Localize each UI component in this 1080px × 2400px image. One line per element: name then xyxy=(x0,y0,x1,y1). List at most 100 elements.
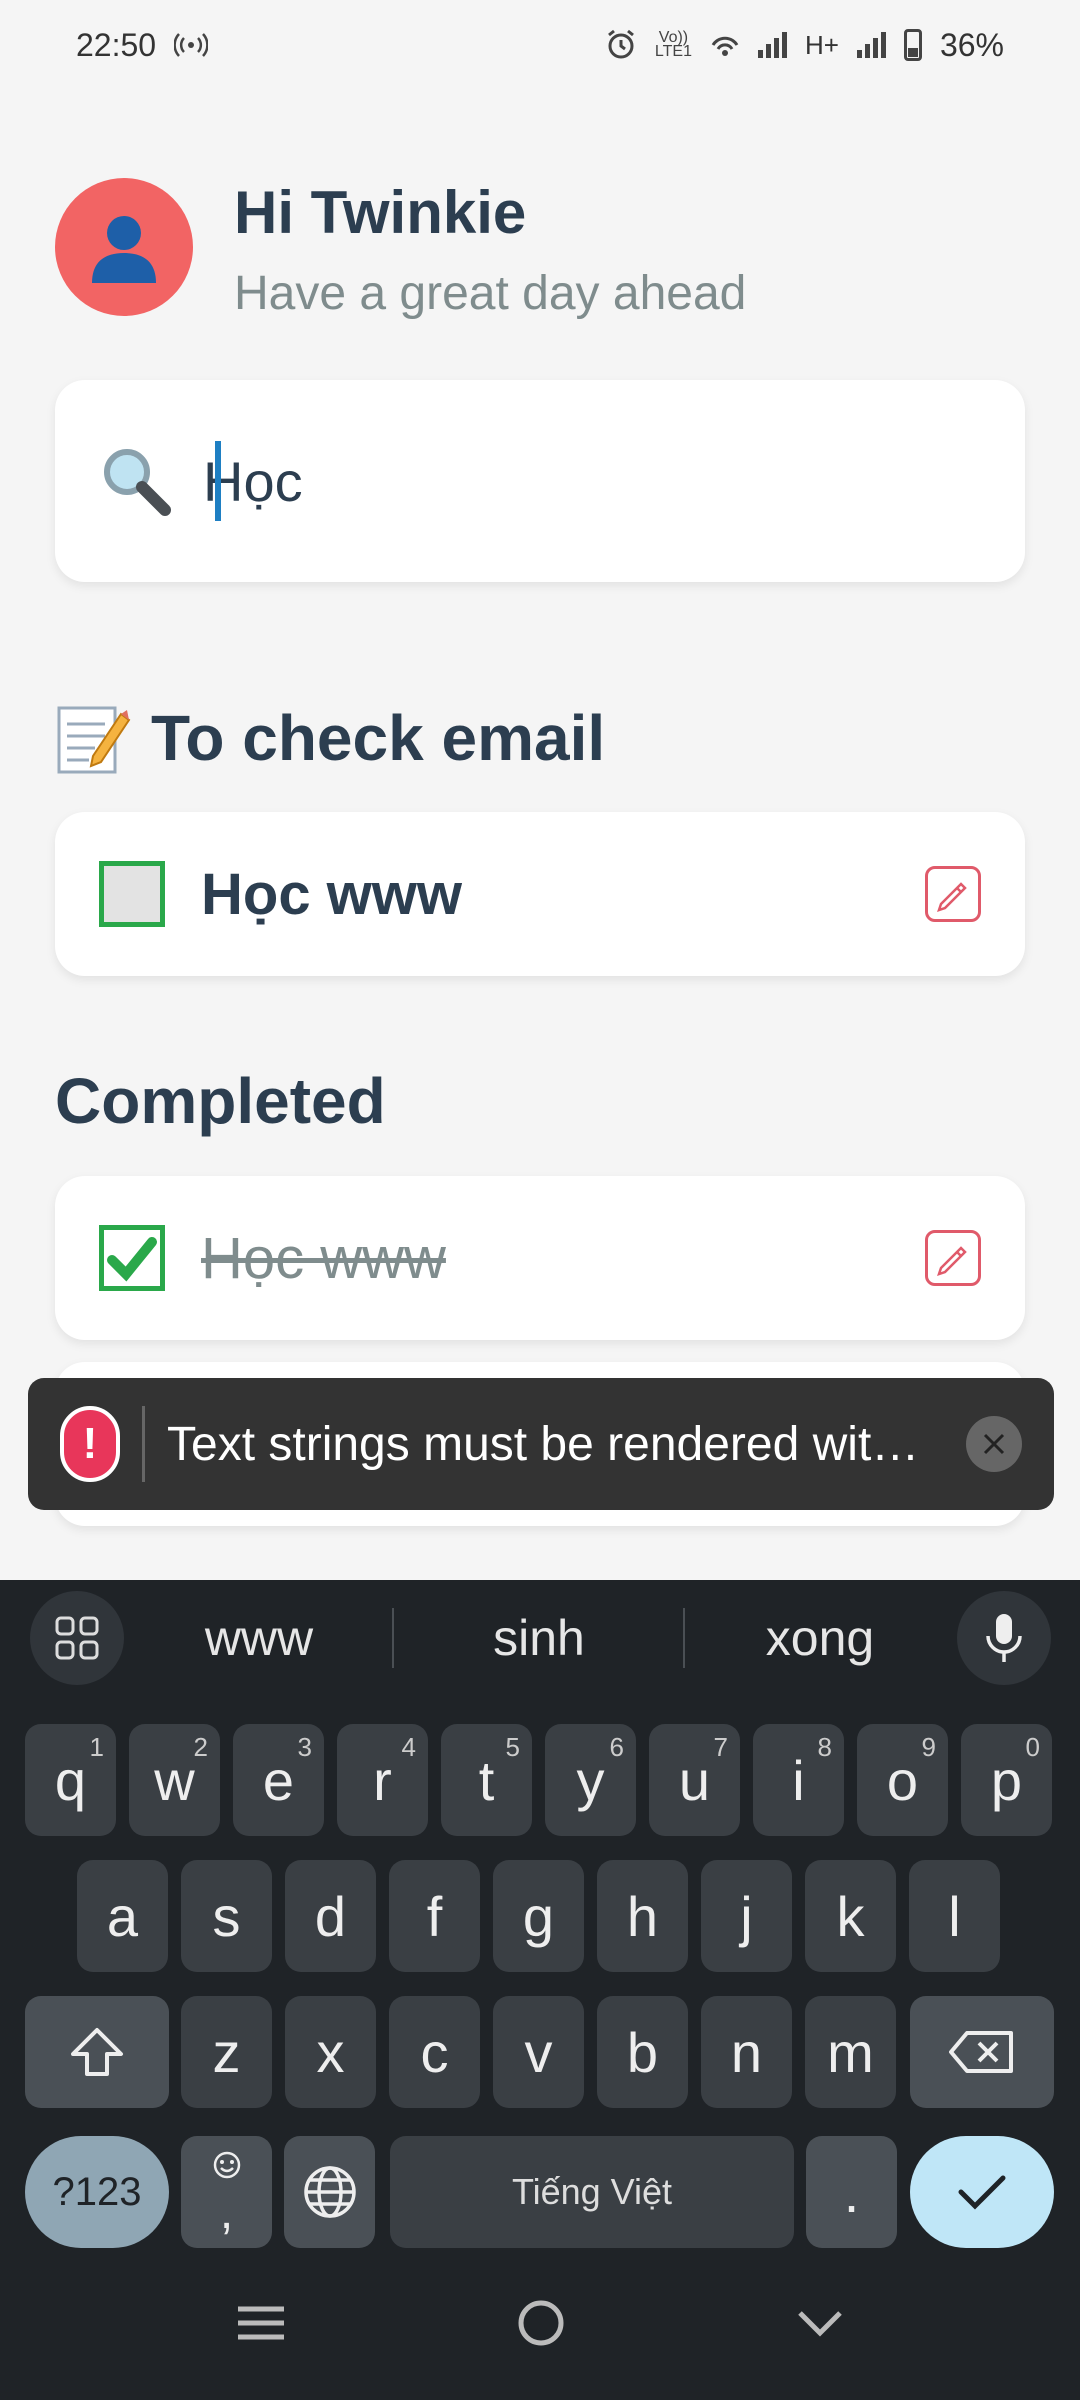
backspace-icon xyxy=(949,2031,1013,2073)
key-j[interactable]: j xyxy=(701,1860,792,1972)
signal-icon-2 xyxy=(856,32,886,58)
key-number-hint: 9 xyxy=(921,1732,936,1762)
edit-button[interactable] xyxy=(925,866,981,922)
key-q[interactable]: q1 xyxy=(25,1724,116,1836)
suggestion-2[interactable]: sinh xyxy=(394,1580,684,1696)
status-bar: 22:50 Vo)) LTE1 H+ 36% xyxy=(0,0,1080,90)
key-x[interactable]: x xyxy=(285,1996,376,2108)
wifi-icon xyxy=(710,31,740,59)
microphone-icon xyxy=(986,1614,1022,1662)
toast-close-button[interactable] xyxy=(966,1416,1022,1472)
space-key[interactable]: Tiếng Việt xyxy=(390,2136,794,2248)
language-key[interactable] xyxy=(284,2136,375,2248)
key-number-hint: 7 xyxy=(713,1732,728,1762)
home-button[interactable] xyxy=(515,2297,567,2354)
task-checkbox[interactable] xyxy=(99,861,165,927)
person-icon xyxy=(92,216,156,283)
key-v[interactable]: v xyxy=(493,1996,584,2108)
key-h[interactable]: h xyxy=(597,1860,688,1972)
key-label: w xyxy=(154,1748,195,1812)
key-c[interactable]: c xyxy=(389,1996,480,2108)
network-type: H+ xyxy=(804,29,839,60)
task-card[interactable]: Học www xyxy=(55,812,1025,976)
key-w[interactable]: w2 xyxy=(129,1724,220,1836)
enter-key[interactable] xyxy=(910,2136,1054,2248)
key-s[interactable]: s xyxy=(181,1860,272,1972)
period-key[interactable]: . xyxy=(806,2136,897,2248)
pencil-icon xyxy=(937,1246,967,1276)
grid-icon xyxy=(55,1616,99,1660)
key-label: q xyxy=(54,1748,87,1812)
key-label: p xyxy=(990,1748,1023,1812)
key-number-hint: 8 xyxy=(817,1732,832,1762)
key-f[interactable]: f xyxy=(389,1860,480,1972)
task-title: Học www xyxy=(201,861,463,927)
hide-keyboard-button[interactable] xyxy=(794,2305,846,2346)
emoji-comma-key[interactable]: , xyxy=(181,2136,272,2248)
key-o[interactable]: o9 xyxy=(857,1724,948,1836)
key-d[interactable]: d xyxy=(285,1860,376,1972)
search-input[interactable] xyxy=(203,448,763,514)
section-completed-title: Completed xyxy=(55,1065,386,1137)
key-number-hint: 0 xyxy=(1025,1732,1040,1762)
checkmark-icon xyxy=(958,2175,1006,2210)
key-label: o xyxy=(886,1748,919,1812)
suggestion-bar: www sinh xong xyxy=(0,1580,1080,1696)
key-e[interactable]: e3 xyxy=(233,1724,324,1836)
key-label: u xyxy=(678,1748,711,1812)
task-checkbox-checked[interactable] xyxy=(99,1225,165,1291)
voice-input-button[interactable] xyxy=(957,1591,1051,1685)
key-n[interactable]: n xyxy=(701,1996,792,2108)
symbols-key[interactable]: ?123 xyxy=(25,2136,169,2248)
key-m[interactable]: m xyxy=(805,1996,896,2108)
toast-divider xyxy=(142,1406,145,1482)
menu-icon xyxy=(237,2306,284,2339)
key-r[interactable]: r4 xyxy=(337,1724,428,1836)
apps-grid-button[interactable] xyxy=(30,1591,124,1685)
key-y[interactable]: y6 xyxy=(545,1724,636,1836)
key-label: i xyxy=(792,1748,805,1812)
greeting-title: Hi Twinkie xyxy=(234,179,527,246)
section-completed: Completed xyxy=(55,1064,386,1138)
navigation-bar xyxy=(0,2250,1080,2400)
shift-key[interactable] xyxy=(25,1996,169,2108)
completed-task-title: Học www xyxy=(201,1225,446,1291)
backspace-key[interactable] xyxy=(910,1996,1054,2108)
recent-apps-button[interactable] xyxy=(234,2303,288,2348)
pencil-icon xyxy=(937,882,967,912)
key-l[interactable]: l xyxy=(909,1860,1000,1972)
suggestion-1[interactable]: www xyxy=(124,1580,394,1696)
key-i[interactable]: i8 xyxy=(753,1724,844,1836)
toast-message: Text strings must be rendered wit… xyxy=(167,1417,920,1471)
chevron-down-icon xyxy=(798,2310,843,2337)
section-todo: To check email xyxy=(55,700,605,776)
completed-task-card[interactable]: Học www xyxy=(55,1176,1025,1340)
avatar[interactable] xyxy=(55,178,193,316)
key-t[interactable]: t5 xyxy=(441,1724,532,1836)
key-g[interactable]: g xyxy=(493,1860,584,1972)
key-b[interactable]: b xyxy=(597,1996,688,2108)
key-a[interactable]: a xyxy=(77,1860,168,1972)
close-icon xyxy=(983,1433,1005,1455)
edit-button[interactable] xyxy=(925,1230,981,1286)
search-bar[interactable] xyxy=(55,380,1025,582)
key-u[interactable]: u7 xyxy=(649,1724,740,1836)
section-todo-title: To check email xyxy=(151,702,606,774)
alarm-icon xyxy=(605,29,637,61)
key-number-hint: 2 xyxy=(193,1732,208,1762)
suggestion-3[interactable]: xong xyxy=(685,1580,955,1696)
key-z[interactable]: z xyxy=(181,1996,272,2108)
globe-icon xyxy=(303,2166,356,2218)
alert-icon: ! xyxy=(60,1406,120,1482)
battery-icon xyxy=(903,29,922,61)
battery-level: 36% xyxy=(939,26,1004,63)
key-number-hint: 6 xyxy=(609,1732,624,1762)
key-p[interactable]: p0 xyxy=(961,1724,1052,1836)
key-label: t xyxy=(478,1748,495,1812)
key-k[interactable]: k xyxy=(805,1860,896,1972)
signal-icon xyxy=(757,32,787,58)
error-toast[interactable]: ! Text strings must be rendered wit… xyxy=(28,1378,1054,1510)
hotspot-icon xyxy=(174,30,209,60)
comma-label: , xyxy=(219,2186,234,2239)
key-number-hint: 3 xyxy=(297,1732,312,1762)
